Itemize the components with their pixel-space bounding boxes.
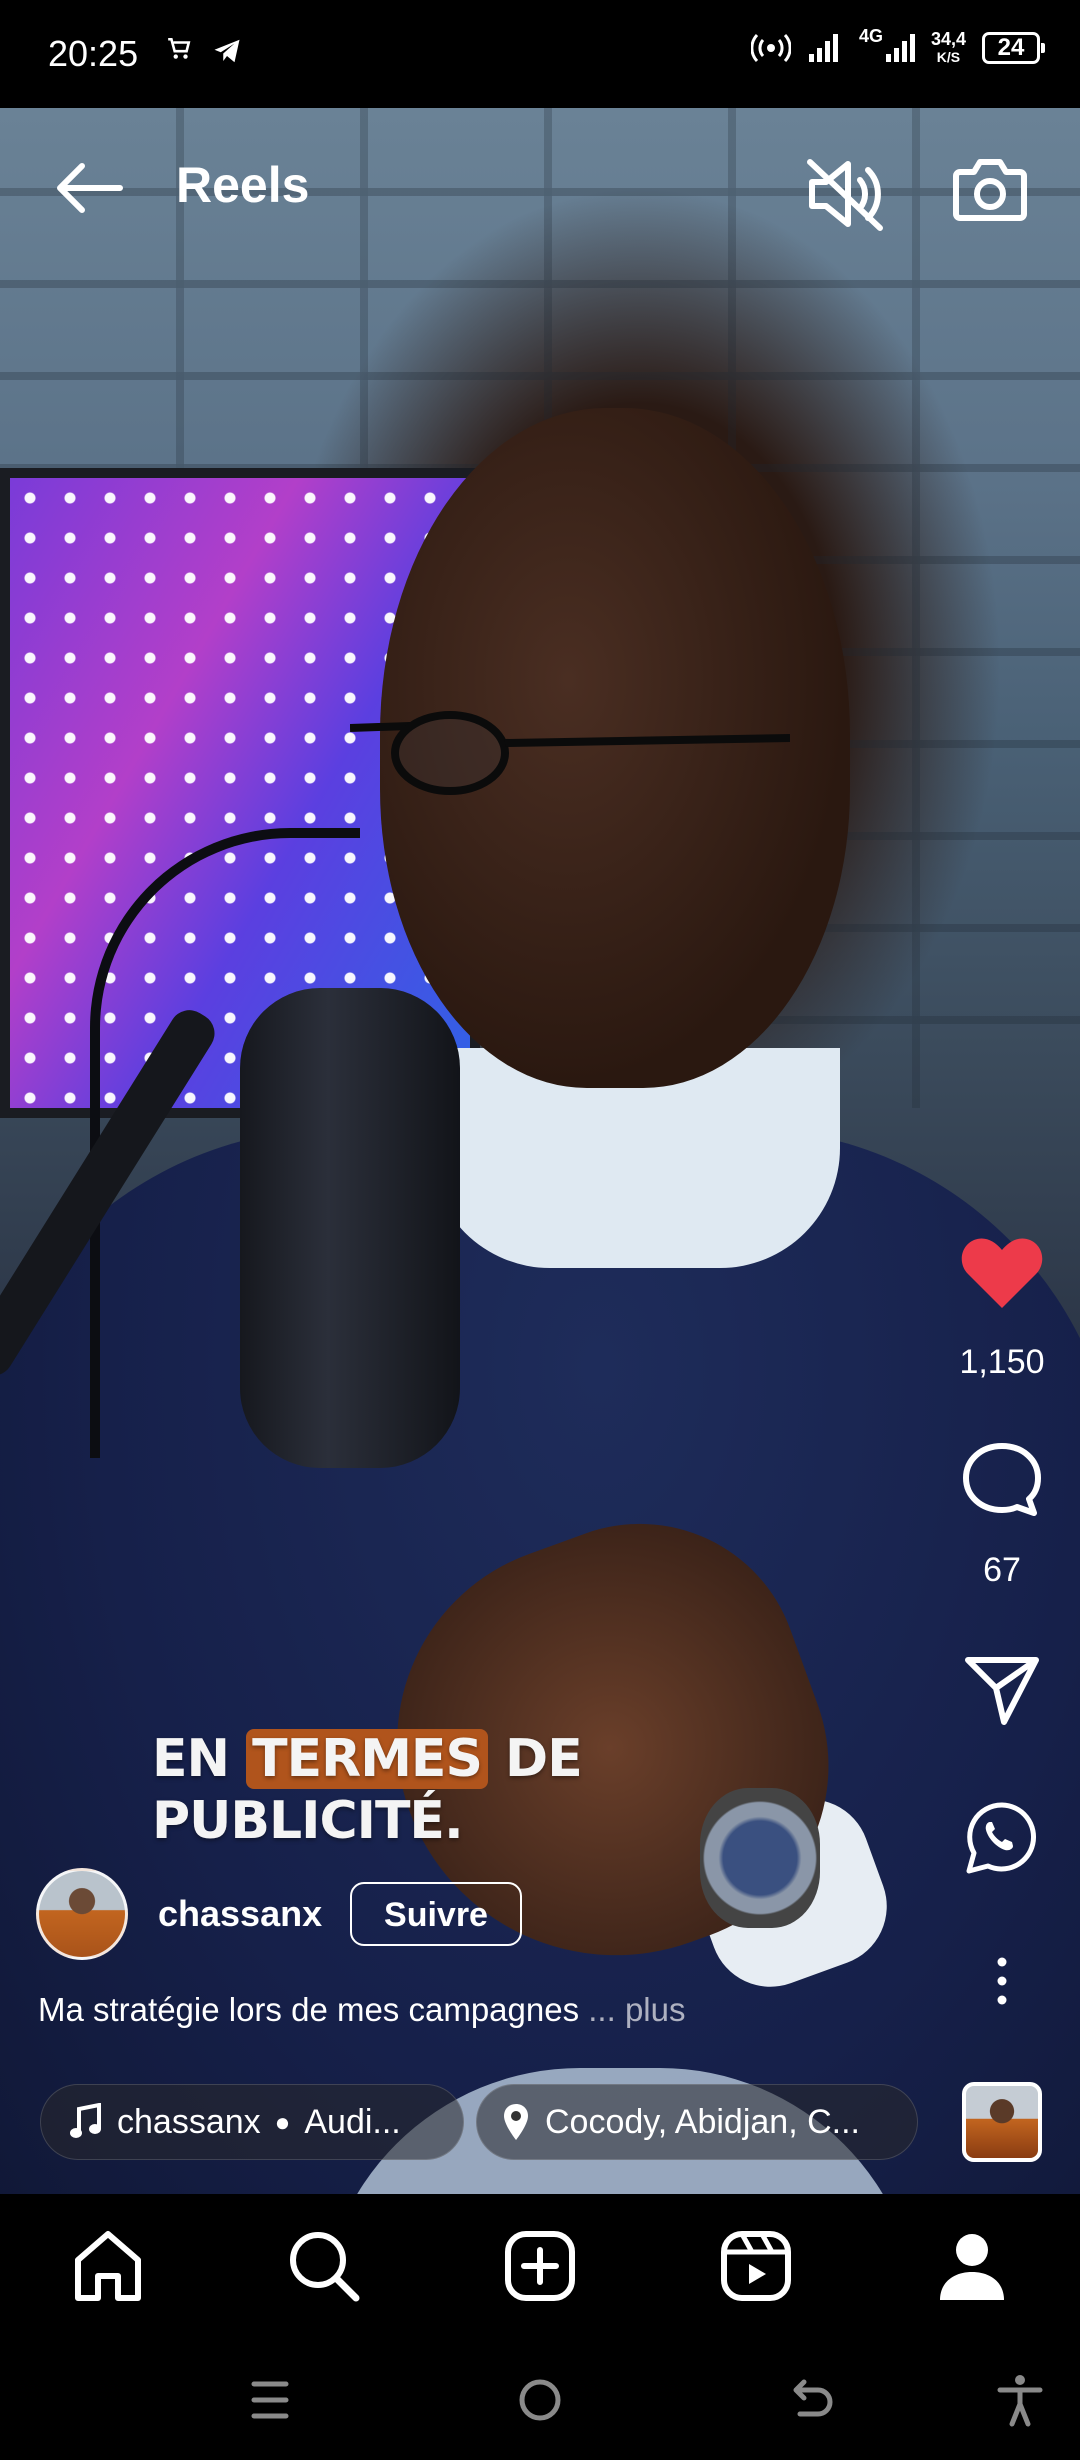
location-pin-icon	[504, 2104, 528, 2140]
network-speed-unit: K/S	[936, 49, 961, 65]
signal-icon	[808, 34, 838, 62]
separator-dot: ●	[274, 2106, 291, 2137]
post-description[interactable]: Ma stratégie lors de mes campagnes ... p…	[38, 1988, 685, 2032]
music-pill[interactable]: chassanx ● Audi...	[40, 2084, 464, 2160]
status-notification-icons	[166, 36, 244, 66]
signal-icon-2	[885, 34, 915, 62]
camera-icon[interactable]	[952, 156, 1028, 224]
reel-video[interactable]: EN TERMES DE PUBLICITÉ.	[0, 108, 1080, 2194]
recent-apps-icon[interactable]	[240, 2370, 300, 2430]
network-speed: 34,4 K/S	[931, 30, 966, 66]
video-caption: EN TERMES DE PUBLICITÉ.	[152, 1728, 583, 1852]
telegram-icon	[214, 39, 240, 63]
more-options-icon[interactable]	[992, 1956, 1012, 2006]
profile-icon[interactable]	[932, 2226, 1012, 2306]
home-circle-icon[interactable]	[510, 2370, 570, 2430]
network-speed-value: 34,4	[930, 29, 966, 49]
network-4g-indicator: 4G	[859, 26, 915, 66]
caption-text-b: DE	[487, 1729, 583, 1789]
author-avatar[interactable]	[36, 1868, 128, 1960]
status-bar: 20:25 4G 34,4 K/S 24	[0, 0, 1080, 108]
share-send-icon[interactable]	[962, 1652, 1042, 1728]
description-text: Ma stratégie lors de mes campagnes	[38, 1991, 580, 2028]
create-post-icon[interactable]	[500, 2226, 580, 2306]
muted-speaker-icon[interactable]	[806, 156, 886, 232]
more-link[interactable]: ... plus	[588, 1991, 685, 2028]
accessibility-icon[interactable]	[990, 2370, 1050, 2430]
caption-text-a: EN	[152, 1729, 247, 1789]
status-time: 20:25	[48, 33, 139, 74]
battery-level: 24	[997, 34, 1025, 61]
back-system-icon[interactable]	[780, 2370, 840, 2430]
music-note-icon	[70, 2103, 101, 2138]
microphone	[240, 988, 460, 1468]
heart-filled-icon[interactable]	[960, 1236, 1044, 1310]
comment-count[interactable]: 67	[932, 1550, 1072, 1590]
caption-line-1: EN TERMES DE	[152, 1728, 583, 1790]
cart-icon	[168, 37, 191, 59]
network-type: 4G	[858, 26, 883, 46]
audio-thumbnail[interactable]	[962, 2082, 1042, 2162]
back-arrow-icon[interactable]	[52, 160, 124, 216]
like-count[interactable]: 1,150	[932, 1342, 1072, 1382]
wrist-watch	[700, 1788, 820, 1928]
search-icon[interactable]	[284, 2226, 364, 2306]
caption-line-2: PUBLICITÉ.	[152, 1791, 464, 1851]
whatsapp-icon[interactable]	[964, 1800, 1040, 1876]
reels-icon[interactable]	[716, 2226, 796, 2306]
page-title: Reels	[176, 157, 310, 213]
location-text: Cocody, Abidjan, C...	[545, 2102, 860, 2141]
author-username[interactable]: chassanx	[158, 1892, 322, 1936]
status-system-icons: 4G 34,4 K/S 24	[750, 26, 1045, 66]
location-pill[interactable]: Cocody, Abidjan, C...	[476, 2084, 918, 2160]
battery-indicator: 24	[982, 32, 1045, 64]
caption-highlight: TERMES	[246, 1729, 488, 1789]
glasses	[350, 711, 790, 795]
music-artist: chassanx	[117, 2102, 261, 2141]
home-icon[interactable]	[68, 2226, 148, 2306]
comment-bubble-icon[interactable]	[960, 1440, 1044, 1520]
hotspot-icon	[750, 33, 791, 63]
follow-button[interactable]: Suivre	[350, 1882, 522, 1946]
music-title: Audi...	[304, 2102, 401, 2141]
